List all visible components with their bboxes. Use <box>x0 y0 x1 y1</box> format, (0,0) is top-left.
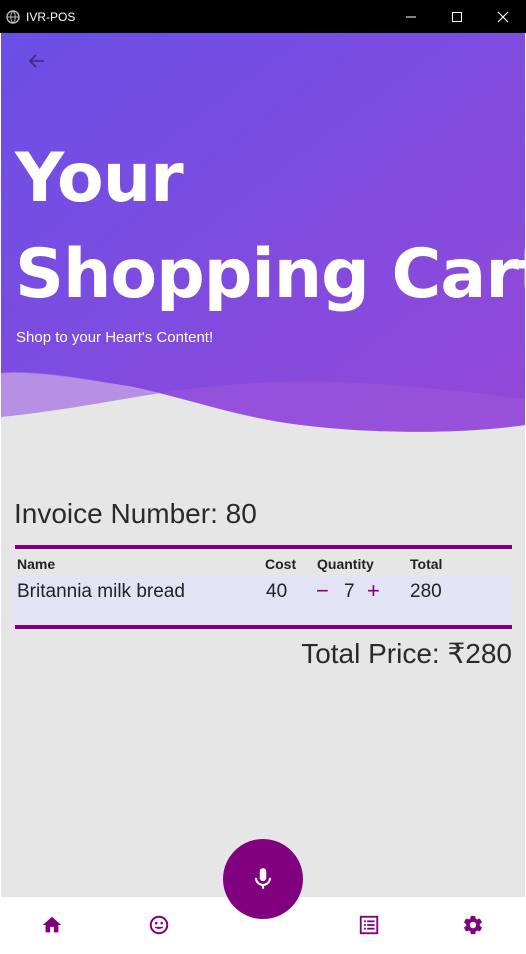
item-quantity: 7 <box>344 581 355 602</box>
page-title-line-1: Your <box>15 139 184 218</box>
app-content: Your Shopping Cart Shop to your Heart's … <box>1 33 525 953</box>
list-icon <box>359 915 379 935</box>
quantity-decrease-button[interactable]: − <box>316 578 329 604</box>
back-button[interactable] <box>21 49 53 73</box>
item-total: 280 <box>410 581 442 602</box>
page-subtitle: Shop to your Heart's Content! <box>16 329 214 346</box>
window-title: IVR-POS <box>26 9 76 24</box>
home-icon <box>42 916 62 933</box>
total-price: Total Price: ₹280 <box>301 638 512 669</box>
page-title: Your Shopping Cart <box>15 131 525 323</box>
table-row: Britannia milk bread 40 − 7 + 280 <box>15 576 512 622</box>
nav-home-button[interactable] <box>38 911 66 939</box>
gear-icon <box>464 915 482 935</box>
close-icon <box>497 11 509 22</box>
hero-header: Your Shopping Cart Shop to your Heart's … <box>1 33 525 433</box>
minimize-button[interactable] <box>388 0 434 33</box>
header-quantity: Quantity <box>317 556 374 572</box>
invoice-number: Invoice Number: 80 <box>14 498 257 529</box>
microphone-icon <box>254 868 272 889</box>
nav-feedback-button[interactable] <box>145 911 173 939</box>
close-button[interactable] <box>480 0 526 33</box>
table-bottom-rule <box>15 625 512 629</box>
page-title-line-2: Shopping Cart <box>15 235 525 314</box>
cart-table: Name Cost Quantity Total Britannia milk … <box>15 545 512 629</box>
maximize-button[interactable] <box>434 0 480 33</box>
quantity-increase-button[interactable]: + <box>367 578 380 604</box>
minimize-icon <box>406 16 416 17</box>
item-cost: 40 <box>266 581 288 602</box>
item-name: Britannia milk bread <box>17 581 185 602</box>
maximize-icon <box>452 11 462 22</box>
table-header: Name Cost Quantity Total <box>15 549 512 576</box>
header-total: Total <box>410 556 443 572</box>
arrow-back-icon <box>28 54 44 68</box>
smiley-icon <box>149 915 169 935</box>
app-globe-icon <box>6 9 20 24</box>
nav-settings-button[interactable] <box>459 911 487 939</box>
header-cost: Cost <box>265 556 297 572</box>
voice-input-button[interactable] <box>223 839 303 919</box>
window-titlebar: IVR-POS <box>0 0 526 33</box>
header-name: Name <box>17 556 56 572</box>
nav-orders-button[interactable] <box>355 911 383 939</box>
